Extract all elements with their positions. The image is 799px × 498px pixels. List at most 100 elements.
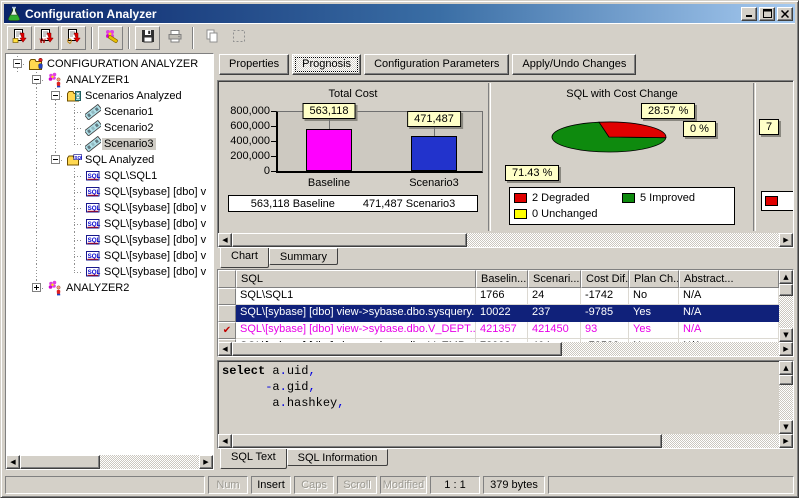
- tab-sql-text[interactable]: SQL Text: [220, 449, 287, 469]
- tree-item-sql-sql1[interactable]: SQLSQL\SQL1: [8, 168, 213, 184]
- tab-properties[interactable]: Properties: [219, 54, 289, 75]
- scroll-right-button[interactable]: ▶: [199, 455, 213, 469]
- tree-connector: [65, 184, 84, 200]
- tree-item-scenario3[interactable]: Scenario3: [8, 136, 213, 152]
- svg-text:W: W: [39, 38, 46, 44]
- scroll-down-button[interactable]: ▼: [779, 328, 793, 342]
- scroll-thumb[interactable]: [232, 434, 662, 448]
- scroll-left-button[interactable]: ◀: [218, 233, 232, 247]
- bar-scenario3: [411, 136, 457, 171]
- tab-sql-information[interactable]: SQL Information: [287, 449, 389, 466]
- tree-item-scenarios-analyzed[interactable]: Scenarios Analyzed: [8, 88, 213, 104]
- table-row[interactable]: SQL\SQL1176624-1742NoN/A: [218, 288, 779, 305]
- tree-expander[interactable]: [46, 88, 65, 104]
- table-horizontal-scrollbar[interactable]: ◀▶: [218, 342, 793, 356]
- scroll-right-button[interactable]: ▶: [779, 233, 793, 247]
- tree-item-sql-sybase-dbo-v[interactable]: SQLSQL\[sybase] [dbo] v: [8, 200, 213, 216]
- tab-chart[interactable]: Chart: [220, 248, 269, 268]
- scroll-left-button[interactable]: ◀: [6, 455, 20, 469]
- tree-item-configuration-analyzer[interactable]: CONFIGURATION ANALYZER: [8, 56, 213, 72]
- scroll-left-button[interactable]: ◀: [218, 434, 232, 448]
- minimize-button[interactable]: [741, 7, 757, 21]
- table-cell: -1742: [581, 288, 629, 305]
- title-bar[interactable]: Configuration Analyzer: [4, 4, 795, 23]
- scroll-track[interactable]: [779, 385, 793, 420]
- column-header-baselin[interactable]: Baselin...: [476, 270, 528, 288]
- analyze-save-2-button[interactable]: W: [34, 26, 59, 50]
- scroll-thumb[interactable]: [779, 284, 793, 296]
- scroll-down-button[interactable]: ▼: [779, 420, 793, 434]
- sql-horizontal-scrollbar[interactable]: ◀▶: [218, 434, 793, 448]
- tree-expander[interactable]: [27, 72, 46, 88]
- tree-item-analyzer2[interactable]: ANALYZER2: [8, 280, 213, 296]
- scroll-thumb[interactable]: [779, 375, 793, 385]
- tree-item-scenario2[interactable]: Scenario2: [8, 120, 213, 136]
- table-cell: 421450: [528, 322, 581, 339]
- scroll-track[interactable]: [562, 342, 779, 356]
- tab-prognosis[interactable]: Prognosis: [292, 54, 361, 75]
- chart-horizontal-scrollbar[interactable]: ◀▶: [218, 233, 793, 247]
- tree-expander[interactable]: [46, 152, 65, 168]
- tree-item-scenario1[interactable]: Scenario1: [8, 104, 213, 120]
- tab-apply-undo-changes[interactable]: Apply/Undo Changes: [512, 54, 636, 75]
- scroll-left-button[interactable]: ◀: [218, 342, 232, 356]
- tree-item-sql-sybase-dbo-v[interactable]: SQLSQL\[sybase] [dbo] v: [8, 248, 213, 264]
- bar-chart-legend: 563,118 Baseline471,487 Scenario3: [228, 195, 478, 212]
- scroll-thumb[interactable]: [232, 342, 562, 356]
- analyze-save-3-button[interactable]: Q: [61, 26, 86, 50]
- tree-guide: [8, 88, 27, 104]
- scroll-track[interactable]: [779, 296, 793, 328]
- scroll-right-button[interactable]: ▶: [779, 342, 793, 356]
- column-header-cost-dif[interactable]: Cost Dif...: [581, 270, 629, 288]
- legend-label: 5 Improved: [640, 192, 695, 204]
- analyze-save-1-button[interactable]: [7, 26, 32, 50]
- scroll-up-button[interactable]: ▲: [779, 270, 793, 284]
- maximize-button[interactable]: [759, 7, 775, 21]
- scroll-track[interactable]: [100, 455, 199, 469]
- tree-expander[interactable]: [8, 56, 27, 72]
- scroll-up-button[interactable]: ▲: [779, 361, 793, 375]
- scroll-track[interactable]: [662, 434, 779, 448]
- close-button[interactable]: [777, 7, 793, 21]
- sql-line: -a.gid,: [222, 379, 777, 395]
- scroll-thumb[interactable]: [20, 455, 100, 469]
- sql-vertical-scrollbar[interactable]: ▲▼: [779, 361, 793, 434]
- table-cell: N/A: [679, 288, 779, 305]
- table-cell: Yes: [629, 322, 679, 339]
- tree-guide: [27, 264, 46, 280]
- tree-item-sql-sybase-dbo-v[interactable]: SQLSQL\[sybase] [dbo] v: [8, 264, 213, 280]
- analysis-wizard-button[interactable]: [98, 26, 123, 50]
- sql-text-view[interactable]: select a.uid, -a.gid, a.hashkey,: [218, 361, 779, 434]
- header-gutter[interactable]: [218, 270, 236, 288]
- tab-configuration-parameters[interactable]: Configuration Parameters: [364, 54, 509, 75]
- scroll-thumb[interactable]: [232, 233, 467, 247]
- legend-entry: 2 Degraded: [514, 190, 622, 206]
- tree-item-sql-sybase-dbo-v[interactable]: SQLSQL\[sybase] [dbo] v: [8, 232, 213, 248]
- tree-item-analyzer1[interactable]: ANALYZER1: [8, 72, 213, 88]
- tree-item-sql-sybase-dbo-v[interactable]: SQLSQL\[sybase] [dbo] v: [8, 184, 213, 200]
- table-row[interactable]: SQL\[sybase] [dbo] view->sybase.dbo.sysq…: [218, 305, 779, 322]
- sql-icon: SQL: [84, 184, 102, 200]
- save-button[interactable]: [135, 26, 160, 50]
- column-header-plan-ch[interactable]: Plan Ch...: [629, 270, 679, 288]
- tree-item-sql-sybase-dbo-v[interactable]: SQLSQL\[sybase] [dbo] v: [8, 216, 213, 232]
- dashed-box-icon: [231, 28, 247, 47]
- tree-guide: [8, 248, 27, 264]
- scroll-right-button[interactable]: ▶: [779, 434, 793, 448]
- column-header-abstract[interactable]: Abstract...: [679, 270, 779, 288]
- table-cell: 421357: [476, 322, 528, 339]
- column-header-scenari[interactable]: Scenari...: [528, 270, 581, 288]
- app-window: Configuration Analyzer W Q CONFIGURATION …: [0, 0, 799, 498]
- select-region-button: [226, 26, 251, 50]
- scroll-track[interactable]: [467, 233, 779, 247]
- table-cell: SQL\[sybase] [dbo] view->sybase.dbo.sysq…: [236, 305, 476, 322]
- sql-icon: SQL: [84, 232, 102, 248]
- tree-horizontal-scrollbar[interactable]: ◀▶: [6, 455, 213, 469]
- tab-summary[interactable]: Summary: [269, 248, 338, 265]
- tree-item-sql-analyzed[interactable]: SQLSQL Analyzed: [8, 152, 213, 168]
- table-row[interactable]: ✔SQL\[sybase] [dbo] view->sybase.dbo.V_D…: [218, 322, 779, 339]
- tree-expander[interactable]: [27, 280, 46, 296]
- column-header-sql[interactable]: SQL: [236, 270, 476, 288]
- table-vertical-scrollbar[interactable]: ▲▼: [779, 270, 793, 342]
- table-cell: -9785: [581, 305, 629, 322]
